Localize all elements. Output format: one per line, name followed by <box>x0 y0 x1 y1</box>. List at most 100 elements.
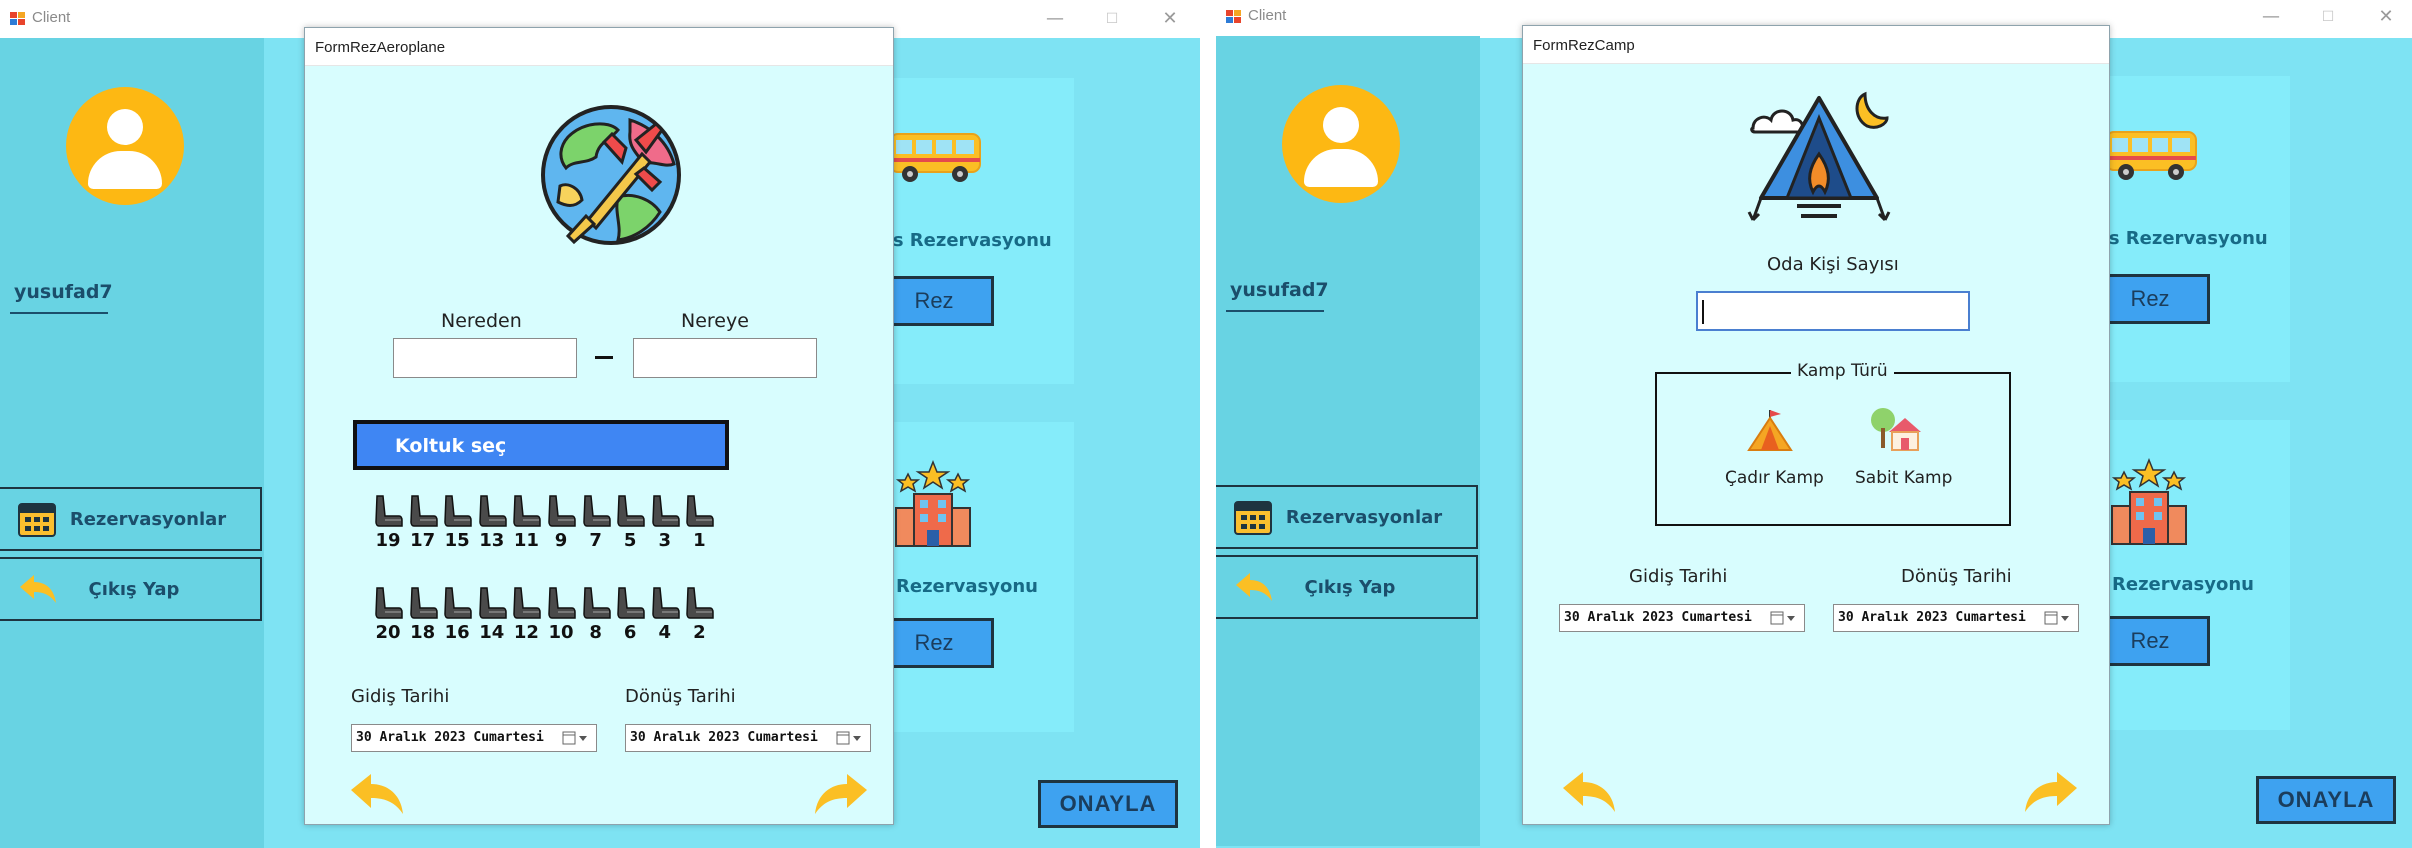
from-input[interactable] <box>393 338 577 378</box>
seat-5[interactable]: 5 <box>613 494 647 556</box>
dialog-title: FormRezAeroplane <box>315 39 446 56</box>
seat-icon <box>513 495 542 527</box>
seat-icon <box>617 495 645 527</box>
client-window-left: Client — ☐ ✕ yusufad7 Rezervasyonlar Çık… <box>0 0 1200 848</box>
seat-2[interactable]: 2 <box>682 586 716 648</box>
seat-icon <box>479 495 507 527</box>
sidebar: yusufad7 Rezervasyonlar Çıkış Yap <box>1216 36 1480 846</box>
close-button[interactable]: ✕ <box>1150 6 1190 32</box>
calendar-dropdown-icon[interactable] <box>1770 611 1798 625</box>
seat-select-label: Koltuk seç <box>395 435 507 457</box>
seat-8[interactable]: 8 <box>579 586 613 648</box>
seat-12[interactable]: 12 <box>509 586 543 648</box>
return-date-picker[interactable]: 30 Aralık 2023 Cumartesi <box>1833 604 2079 632</box>
seat-19[interactable]: 19 <box>371 494 405 556</box>
calendar-dropdown-icon[interactable] <box>562 731 590 745</box>
hotel-icon <box>2111 458 2187 545</box>
confirm-button[interactable]: ONAYLA <box>1038 780 1178 828</box>
seat-9[interactable]: 9 <box>544 494 578 556</box>
route-dash <box>595 356 613 359</box>
seat-icon <box>375 495 403 527</box>
dialog-title-bar: FormRezCamp <box>1523 26 2109 64</box>
sidebar: yusufad7 Rezervasyonlar Çıkış Yap <box>0 38 264 848</box>
seat-7[interactable]: 7 <box>579 494 613 556</box>
seat-13[interactable]: 13 <box>475 494 509 556</box>
tent-camp-label[interactable]: Çadır Kamp <box>1725 468 1824 488</box>
fixed-camp-label[interactable]: Sabit Kamp <box>1855 468 1952 488</box>
username-underline <box>10 312 108 314</box>
reservations-button[interactable]: Rezervasyonlar <box>0 487 262 551</box>
seat-15[interactable]: 15 <box>440 494 474 556</box>
seat-14[interactable]: 14 <box>475 586 509 648</box>
to-label: Nereye <box>681 310 749 332</box>
confirm-button[interactable]: ONAYLA <box>2256 776 2396 824</box>
bus-card-title: üs Rezervasyonu <box>2096 228 2268 249</box>
app-icon <box>1226 10 1242 24</box>
seat-16[interactable]: 16 <box>440 586 474 648</box>
departure-date-value: 30 Aralık 2023 Cumartesi <box>1564 610 1752 625</box>
calendar-dropdown-icon[interactable] <box>2044 611 2072 625</box>
camp-type-group: Kamp Türü Çadır Kamp Sabit Kamp <box>1655 361 2011 526</box>
seat-icon <box>513 587 542 619</box>
return-date-picker[interactable]: 30 Aralık 2023 Cumartesi <box>625 724 871 752</box>
seat-number: 1 <box>693 530 706 551</box>
maximize-button[interactable]: ☐ <box>2308 4 2348 30</box>
bus-card-title: üs Rezervasyonu <box>880 230 1052 251</box>
calendar-dropdown-icon[interactable] <box>836 731 864 745</box>
seat-icon <box>444 495 472 527</box>
seat-icon <box>686 495 715 527</box>
close-button[interactable]: ✕ <box>2366 4 2406 30</box>
departure-label: Gidiş Tarihi <box>351 686 450 707</box>
room-capacity-input[interactable] <box>1696 291 1970 331</box>
seat-10[interactable]: 10 <box>544 586 578 648</box>
departure-date-picker[interactable]: 30 Aralık 2023 Cumartesi <box>351 724 597 752</box>
text-caret <box>1702 300 1704 324</box>
hotel-card-title: Rezervasyonu <box>2112 574 2254 595</box>
seat-11[interactable]: 11 <box>509 494 543 556</box>
seat-icon <box>375 587 403 619</box>
seat-18[interactable]: 18 <box>406 586 440 648</box>
house-icon[interactable] <box>1869 404 1923 454</box>
avatar <box>66 87 184 205</box>
to-input[interactable] <box>633 338 817 378</box>
seat-icon <box>479 587 507 619</box>
seat-3[interactable]: 3 <box>648 494 682 556</box>
hotel-icon <box>895 460 971 547</box>
minimize-button[interactable]: — <box>1035 6 1075 32</box>
bus-icon <box>889 133 981 182</box>
seat-20[interactable]: 20 <box>371 586 405 648</box>
maximize-button[interactable]: ☐ <box>1092 6 1132 32</box>
reservations-label: Rezervasyonlar <box>69 509 227 530</box>
reservations-label: Rezervasyonlar <box>1285 507 1443 528</box>
username-underline <box>1226 310 1324 312</box>
return-label: Dönüş Tarihi <box>625 686 736 707</box>
seat-icon <box>409 495 438 527</box>
forward-arrow-icon[interactable] <box>813 772 869 816</box>
reservations-button[interactable]: Rezervasyonlar <box>1216 485 1478 549</box>
plane-reservation-dialog: FormRezAeroplane Nereden Nereye Koltuk s… <box>304 27 894 825</box>
minimize-button[interactable]: — <box>2251 4 2291 30</box>
seat-select-header: Koltuk seç <box>353 420 729 470</box>
room-capacity-label: Oda Kişi Sayısı <box>1767 254 1899 275</box>
back-arrow-icon[interactable] <box>1561 770 1617 814</box>
seat-6[interactable]: 6 <box>613 586 647 648</box>
seat-icon <box>444 587 472 619</box>
camp-type-label: Kamp Türü <box>1791 361 1894 381</box>
seat-4[interactable]: 4 <box>648 586 682 648</box>
seat-icon <box>652 587 680 619</box>
tent-icon[interactable] <box>1745 406 1795 454</box>
forward-arrow-icon[interactable] <box>2023 770 2079 814</box>
bus-icon <box>2105 131 2197 180</box>
departure-date-picker[interactable]: 30 Aralık 2023 Cumartesi <box>1559 604 1805 632</box>
logout-button[interactable]: Çıkış Yap <box>1216 555 1478 619</box>
dialog-title-bar: FormRezAeroplane <box>305 28 893 66</box>
seat-1[interactable]: 1 <box>682 494 716 556</box>
logout-button[interactable]: Çıkış Yap <box>0 557 262 621</box>
seat-icon <box>548 587 576 619</box>
seat-icon <box>582 495 611 527</box>
window-title: Client <box>1248 7 1287 24</box>
seat-icon <box>409 587 438 619</box>
seat-number: 2 <box>693 622 706 643</box>
back-arrow-icon[interactable] <box>349 772 405 816</box>
seat-17[interactable]: 17 <box>406 494 440 556</box>
